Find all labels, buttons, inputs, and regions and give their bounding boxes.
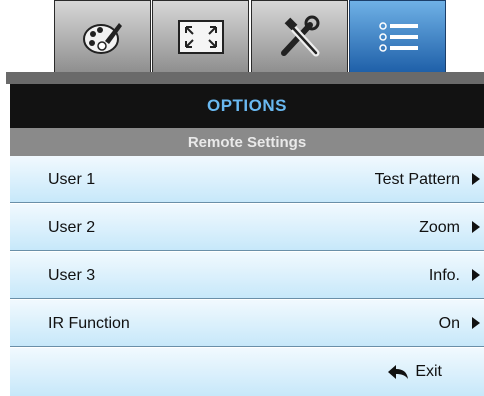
menu-row-user-2[interactable]: User 2 Zoom: [10, 204, 484, 251]
page-title: OPTIONS: [10, 84, 484, 128]
row-label: User 2: [48, 219, 96, 236]
tab-image[interactable]: [54, 0, 151, 74]
tab-setup[interactable]: [251, 0, 348, 74]
row-value: On: [438, 315, 460, 332]
exit-row: Exit: [10, 348, 484, 396]
tools-icon: [280, 15, 319, 57]
row-label: User 1: [48, 171, 96, 188]
menu-row-user-1[interactable]: User 1 Test Pattern: [10, 156, 484, 203]
row-value: Test Pattern: [374, 171, 460, 188]
menu-row-user-3[interactable]: User 3 Info.: [10, 252, 484, 299]
screen-resize-icon: [177, 20, 224, 54]
row-label: User 3: [48, 267, 96, 284]
arrow-right-icon[interactable]: [472, 317, 480, 329]
exit-label: Exit: [415, 363, 442, 380]
tab-display[interactable]: [152, 0, 249, 74]
row-value: Info.: [428, 267, 460, 284]
menu-row-ir-function[interactable]: IR Function On: [10, 300, 484, 347]
section-title: Remote Settings: [10, 128, 484, 156]
tab-bar: [0, 0, 484, 84]
row-label: IR Function: [48, 315, 130, 332]
row-value: Zoom: [419, 219, 460, 236]
arrow-right-icon[interactable]: [472, 269, 480, 281]
exit-button[interactable]: Exit: [387, 348, 442, 396]
back-arrow-icon: [388, 365, 409, 379]
menu-list-icon: [378, 22, 418, 52]
arrow-right-icon[interactable]: [472, 173, 480, 185]
options-panel: OPTIONS Remote Settings User 1 Test Patt…: [10, 84, 484, 396]
tab-underline: [6, 72, 484, 84]
tab-options[interactable]: [349, 0, 446, 74]
palette-icon: [82, 23, 122, 54]
arrow-right-icon[interactable]: [472, 221, 480, 233]
